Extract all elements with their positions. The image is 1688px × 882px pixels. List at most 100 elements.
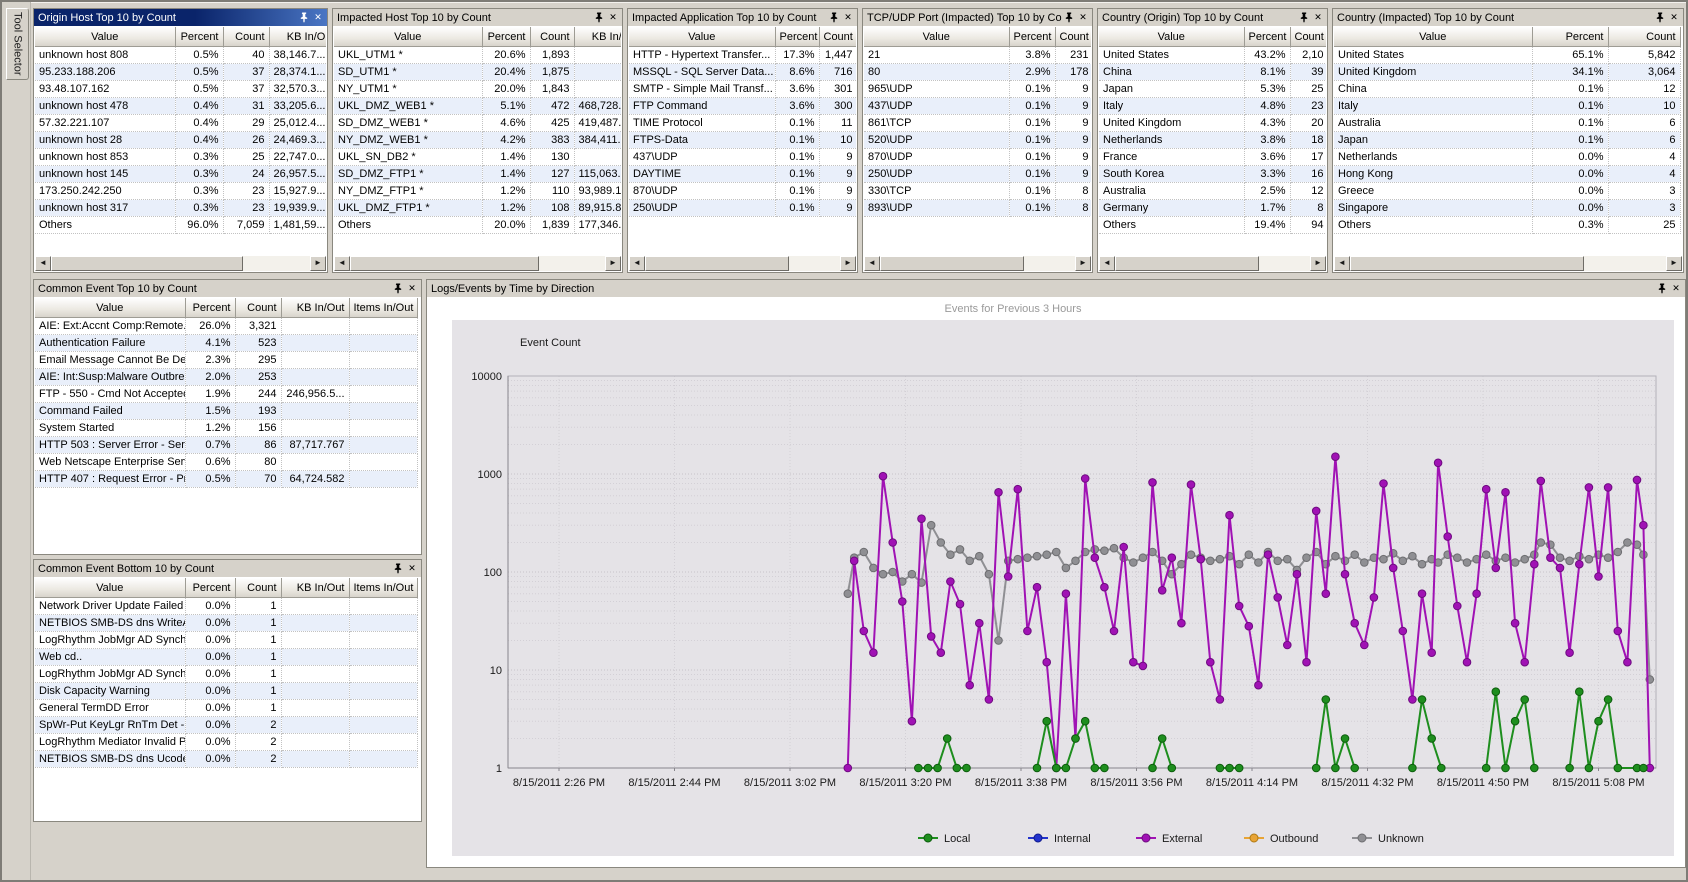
horizontal-scrollbar[interactable]: ◄ ►	[629, 256, 856, 271]
table-row[interactable]: Italy0.1%10	[1334, 98, 1680, 115]
column-header[interactable]: KB In/Out	[281, 578, 349, 598]
scroll-right-icon[interactable]: ►	[840, 256, 856, 271]
column-header[interactable]: Items In/Out	[349, 298, 417, 318]
table-row[interactable]: SD_DMZ_WEB1 *4.6%425419,487...	[334, 115, 621, 132]
column-header[interactable]: Value	[629, 27, 775, 47]
column-header[interactable]: Percent	[1009, 27, 1055, 47]
scroll-right-icon[interactable]: ►	[310, 256, 326, 271]
scroll-right-icon[interactable]: ►	[605, 256, 621, 271]
column-header[interactable]: Percent	[1532, 27, 1608, 47]
table-row[interactable]: FTP Command3.6%300	[629, 98, 856, 115]
column-header[interactable]: Percent	[775, 27, 819, 47]
column-header[interactable]: Value	[35, 578, 185, 598]
column-header[interactable]: KB In/Out	[574, 27, 621, 47]
close-icon[interactable]: ✕	[1076, 11, 1090, 24]
table-row[interactable]: United States43.2%2,10	[1099, 47, 1326, 64]
table-row[interactable]: South Korea3.3%16	[1099, 166, 1326, 183]
table-row[interactable]: LogRhythm Mediator Invalid Pr...0.0%2	[35, 734, 417, 751]
table-row[interactable]: 95.233.188.2060.5%3728,374.1...	[35, 64, 326, 81]
column-header[interactable]: Percent	[1244, 27, 1290, 47]
table-row[interactable]: 57.32.221.1070.4%2925,012.4...	[35, 115, 326, 132]
pin-icon[interactable]	[1655, 282, 1669, 295]
scroll-right-icon[interactable]: ►	[1310, 256, 1326, 271]
scroll-left-icon[interactable]: ◄	[629, 256, 645, 271]
table-row[interactable]: Australia2.5%12	[1099, 183, 1326, 200]
column-header[interactable]: Percent	[185, 298, 235, 318]
close-icon[interactable]: ✕	[311, 11, 325, 24]
table-row[interactable]: AIE: Ext:Accnt Comp:Remote...26.0%3,321	[35, 318, 417, 335]
table-row[interactable]: UKL_DMZ_WEB1 *5.1%472468,728...	[334, 98, 621, 115]
table-row[interactable]: SD_UTM1 *20.4%1,875	[334, 64, 621, 81]
table-row[interactable]: 250\UDP0.1%9	[629, 200, 856, 217]
column-header[interactable]: KB In/Out	[281, 298, 349, 318]
table-row[interactable]: China0.1%12	[1334, 81, 1680, 98]
pin-icon[interactable]	[391, 562, 405, 575]
table-row[interactable]: AIE: Int:Susp:Malware Outbreak2.0%253	[35, 369, 417, 386]
table-row[interactable]: United Kingdom4.3%20	[1099, 115, 1326, 132]
table-row[interactable]: NY_DMZ_WEB1 *4.2%383384,411...	[334, 132, 621, 149]
table-row[interactable]: UKL_SN_DB2 *1.4%130	[334, 149, 621, 166]
table-row[interactable]: Singapore0.0%3	[1334, 200, 1680, 217]
table-row[interactable]: Others20.0%1,839177,346...	[334, 217, 621, 234]
pin-icon[interactable]	[592, 11, 606, 24]
column-header[interactable]: Percent	[175, 27, 223, 47]
scroll-right-icon[interactable]: ►	[1666, 256, 1682, 271]
table-row[interactable]: 520\UDP0.1%9	[864, 132, 1091, 149]
table-row[interactable]: 330\TCP0.1%8	[864, 183, 1091, 200]
pin-icon[interactable]	[827, 11, 841, 24]
table-row[interactable]: SpWr-Put KeyLgr RnTm Det - i...0.0%2	[35, 717, 417, 734]
table-row[interactable]: SMTP - Simple Mail Transf...3.6%301	[629, 81, 856, 98]
horizontal-scrollbar[interactable]: ◄ ►	[864, 256, 1091, 271]
column-header[interactable]: Value	[35, 298, 185, 318]
table-row[interactable]: 173.250.242.2500.3%2315,927.9...	[35, 183, 326, 200]
table-row[interactable]: Command Failed1.5%193	[35, 403, 417, 420]
table-row[interactable]: DAYTIME0.1%9	[629, 166, 856, 183]
pin-icon[interactable]	[297, 11, 311, 24]
panel-titlebar[interactable]: Logs/Events by Time by Direction ✕	[427, 280, 1685, 297]
column-header[interactable]: Count	[1608, 27, 1680, 47]
table-row[interactable]: Germany1.7%8	[1099, 200, 1326, 217]
table-row[interactable]: 861\TCP0.1%9	[864, 115, 1091, 132]
table-row[interactable]: France3.6%17	[1099, 149, 1326, 166]
scrollbar-thumb[interactable]	[1115, 256, 1259, 271]
panel-titlebar[interactable]: Country (Impacted) Top 10 by Count ✕	[1333, 9, 1683, 26]
column-header[interactable]: Count	[1055, 27, 1091, 47]
column-header[interactable]: Percent	[185, 578, 235, 598]
column-header[interactable]: Value	[1099, 27, 1244, 47]
table-row[interactable]: Netherlands0.0%4	[1334, 149, 1680, 166]
table-row[interactable]: LogRhythm JobMgr AD Synch...0.0%1	[35, 632, 417, 649]
table-row[interactable]: unknown host 8080.5%4038,146.7...	[35, 47, 326, 64]
scroll-left-icon[interactable]: ◄	[1099, 256, 1115, 271]
table-row[interactable]: NETBIOS SMB-DS dns WriteA...0.0%1	[35, 615, 417, 632]
table-row[interactable]: Australia0.1%6	[1334, 115, 1680, 132]
table-row[interactable]: unknown host 8530.3%2522,747.0...	[35, 149, 326, 166]
panel-titlebar[interactable]: Common Event Bottom 10 by Count ✕	[34, 560, 421, 577]
close-icon[interactable]: ✕	[405, 562, 419, 575]
scrollbar-thumb[interactable]	[880, 256, 1024, 271]
table-row[interactable]: UKL_DMZ_FTP1 *1.2%10889,915.8...	[334, 200, 621, 217]
pin-icon[interactable]	[1062, 11, 1076, 24]
table-row[interactable]: United Kingdom34.1%3,064	[1334, 64, 1680, 81]
scroll-left-icon[interactable]: ◄	[334, 256, 350, 271]
table-row[interactable]: 437\UDP0.1%9	[629, 149, 856, 166]
table-row[interactable]: Greece0.0%3	[1334, 183, 1680, 200]
pin-icon[interactable]	[1653, 11, 1667, 24]
close-icon[interactable]: ✕	[405, 282, 419, 295]
horizontal-scrollbar[interactable]: ◄ ►	[35, 256, 326, 271]
horizontal-scrollbar[interactable]: ◄ ►	[1334, 256, 1682, 271]
table-row[interactable]: System Started1.2%156	[35, 420, 417, 437]
panel-titlebar[interactable]: Origin Host Top 10 by Count ✕	[34, 9, 327, 26]
panel-titlebar[interactable]: Country (Origin) Top 10 by Count ✕	[1098, 9, 1327, 26]
table-row[interactable]: Network Driver Update Failed0.0%1	[35, 598, 417, 615]
scroll-left-icon[interactable]: ◄	[1334, 256, 1350, 271]
column-header[interactable]: Count	[1290, 27, 1326, 47]
table-row[interactable]: Disk Capacity Warning0.0%1	[35, 683, 417, 700]
table-row[interactable]: Netherlands3.8%18	[1099, 132, 1326, 149]
scrollbar-thumb[interactable]	[51, 256, 243, 271]
scroll-left-icon[interactable]: ◄	[35, 256, 51, 271]
horizontal-scrollbar[interactable]: ◄ ►	[334, 256, 621, 271]
table-row[interactable]: unknown host 3170.3%2319,939.9...	[35, 200, 326, 217]
table-row[interactable]: SD_DMZ_FTP1 *1.4%127115,063...	[334, 166, 621, 183]
table-row[interactable]: Japan5.3%25	[1099, 81, 1326, 98]
table-row[interactable]: NY_UTM1 *20.0%1,843	[334, 81, 621, 98]
